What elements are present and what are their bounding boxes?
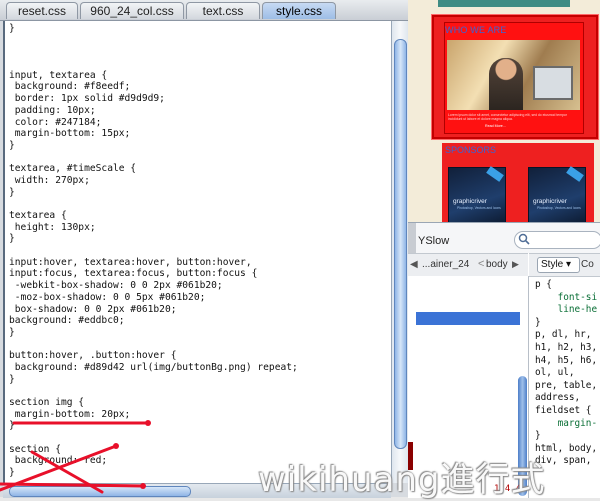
style-rule-line: font-si bbox=[535, 291, 598, 303]
person-figure bbox=[489, 58, 523, 110]
code-line: background: #d89d42 url(img/buttonBg.png… bbox=[9, 361, 298, 373]
who-we-are-text: Lorem ipsum dolor sit amet, consectetur … bbox=[448, 113, 567, 122]
code-line: input, textarea { bbox=[9, 69, 108, 81]
code-line: } bbox=[9, 186, 15, 198]
breadcrumb-separator: < bbox=[478, 258, 485, 270]
code-line: padding: 10px; bbox=[9, 104, 96, 116]
breadcrumb-back-icon[interactable]: ◀ bbox=[410, 259, 418, 270]
sponsor-tags: Photoshop, Vectors and Icons bbox=[537, 206, 581, 210]
code-line: } bbox=[9, 326, 15, 338]
code-line: -moz-box-shadow: 0 0 5px #061b20; bbox=[9, 291, 206, 303]
who-we-are-heading: WHO WE ARE bbox=[445, 25, 507, 35]
sponsors-section: SPONSORS graphicriver Photoshop, Vectors… bbox=[442, 143, 594, 222]
tab-yslow[interactable]: YSlow bbox=[418, 235, 449, 247]
watermark-text: wikihuang進行式 bbox=[258, 460, 546, 500]
code-line: } bbox=[9, 373, 15, 385]
monitor-shape bbox=[533, 66, 573, 100]
style-rule-line: pre, table, bbox=[535, 379, 598, 391]
preview-nav-bar bbox=[438, 0, 570, 7]
style-panel-header: Style ▾ Co bbox=[529, 253, 600, 277]
sponsor-name: graphicriver bbox=[533, 198, 567, 205]
code-line: height: 130px; bbox=[9, 221, 96, 233]
sponsor-card-2[interactable]: graphicriver Photoshop, Vectors and Icon… bbox=[528, 166, 586, 222]
style-tab-dropdown[interactable]: Style ▾ bbox=[537, 257, 580, 273]
css-editor: reset.css 960_24_col.css text.css style.… bbox=[0, 0, 408, 498]
code-line: } bbox=[9, 23, 15, 34]
code-line: box-shadow: 0 0 2px #061b20; bbox=[9, 303, 177, 315]
style-rule-line: p { bbox=[535, 279, 552, 290]
style-rule-line: } bbox=[535, 430, 541, 442]
code-line: textarea, #timeScale { bbox=[9, 163, 137, 175]
style-rule-line: ol, ul, bbox=[535, 367, 575, 379]
code-line: border: 1px solid #d9d9d9; bbox=[9, 93, 165, 105]
dom-row-selected[interactable] bbox=[416, 312, 520, 325]
code-line: input:focus, textarea:focus, button:focu… bbox=[9, 268, 258, 280]
sponsor-card-1[interactable]: graphicriver Photoshop, Vectors and Icon… bbox=[448, 166, 506, 222]
vertical-scroll-thumb[interactable] bbox=[394, 39, 407, 449]
breadcrumb: ◀ ...ainer_24 < body ▶ bbox=[408, 253, 528, 277]
style-rule-line: p, dl, hr, bbox=[535, 329, 592, 341]
code-line: background: #eddbc0; bbox=[9, 315, 125, 327]
read-more-link[interactable]: Read More... bbox=[485, 124, 506, 128]
code-line: } bbox=[9, 420, 15, 432]
style-rule-line: address, bbox=[535, 392, 581, 404]
tab-text-css[interactable]: text.css bbox=[186, 2, 260, 19]
horizontal-scroll-thumb[interactable] bbox=[9, 486, 191, 497]
code-line: } bbox=[9, 139, 15, 151]
editor-tab-bar: reset.css 960_24_col.css text.css style.… bbox=[0, 0, 408, 21]
code-line: input:hover, textarea:hover, button:hove… bbox=[9, 256, 252, 268]
style-rules-text: p { font-si line-he} p, dl, hr, h1, h2, h3… bbox=[535, 279, 597, 468]
code-line: margin-bottom: 20px; bbox=[9, 408, 131, 420]
code-content: } input, textarea { background: #f8eedf; … bbox=[5, 21, 391, 479]
page-preview: WHO WE ARE Lorem ipsum dolor sit amet, c… bbox=[408, 0, 600, 222]
code-line: button:hover, .button:hover { bbox=[9, 350, 177, 362]
sponsor-ribbon-icon bbox=[566, 166, 584, 182]
who-we-are-box: WHO WE ARE Lorem ipsum dolor sit amet, c… bbox=[444, 22, 584, 134]
code-line: color: #247184; bbox=[9, 116, 102, 128]
breadcrumb-item-container[interactable]: ...ainer_24 bbox=[422, 259, 469, 270]
code-line: -webkit-box-shadow: 0 0 2px #061b20; bbox=[9, 280, 223, 292]
vertical-scrollbar[interactable] bbox=[391, 21, 408, 483]
breadcrumb-item-body[interactable]: body bbox=[486, 259, 508, 270]
team-photo bbox=[447, 40, 580, 110]
style-rule-line: fieldset { bbox=[535, 404, 592, 416]
code-line: } bbox=[9, 233, 15, 245]
tab-computed[interactable]: Co bbox=[581, 259, 594, 270]
sponsor-name: graphicriver bbox=[453, 198, 487, 205]
sponsor-tags: Photoshop, Vectors and Icons bbox=[457, 206, 501, 210]
breadcrumb-next-icon[interactable]: ▶ bbox=[512, 259, 519, 270]
sponsors-heading: SPONSORS bbox=[445, 145, 497, 155]
code-line: background: #f8eedf; bbox=[9, 81, 131, 93]
devtools-tab-bar: YSlow bbox=[408, 223, 600, 253]
tab-960-24-col-css[interactable]: 960_24_col.css bbox=[80, 2, 184, 19]
tab-style-css[interactable]: style.css bbox=[262, 2, 336, 19]
search-icon bbox=[518, 233, 530, 245]
style-rule-line: } bbox=[535, 316, 541, 328]
who-we-are-section: WHO WE ARE Lorem ipsum dolor sit amet, c… bbox=[432, 15, 598, 139]
code-line: margin-bottom: 15px; bbox=[9, 128, 131, 140]
code-line: textarea { bbox=[9, 210, 67, 221]
style-rule-line: h4, h5, h6, bbox=[535, 354, 598, 366]
style-rule-line: line-he bbox=[535, 304, 598, 316]
style-rule-line: margin- bbox=[535, 417, 598, 429]
code-text-area[interactable]: } input, textarea { background: #f8eedf; … bbox=[3, 21, 391, 483]
code-line: section img { bbox=[9, 397, 85, 408]
code-line: width: 270px; bbox=[9, 174, 90, 186]
tab-reset-css[interactable]: reset.css bbox=[6, 2, 78, 19]
style-rule-line: h1, h2, h3, bbox=[535, 341, 598, 353]
sponsor-ribbon-icon bbox=[486, 166, 504, 182]
